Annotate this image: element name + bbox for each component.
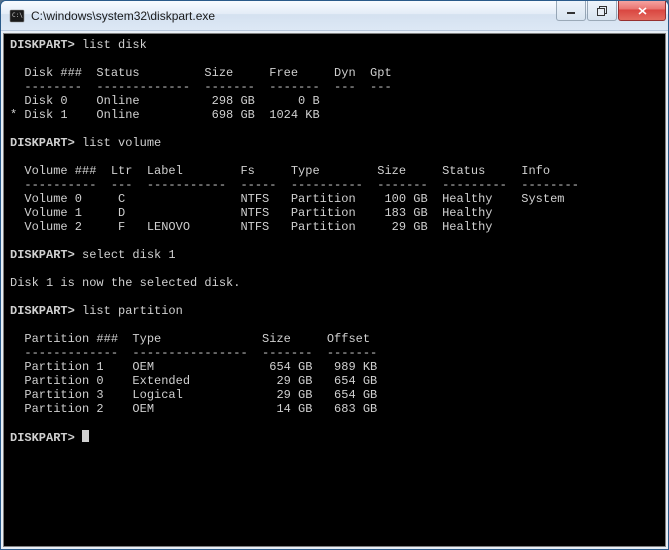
disk-rule: -------- ------------- ------- ------- -… xyxy=(10,80,392,94)
minimize-button[interactable] xyxy=(556,1,586,21)
prompt: DISKPART> xyxy=(10,304,75,318)
volume-row: Volume 1 D NTFS Partition 183 GB Healthy xyxy=(10,206,492,220)
close-icon xyxy=(637,6,648,16)
volume-row: Volume 0 C NTFS Partition 100 GB Healthy… xyxy=(10,192,565,206)
app-icon: C:\ xyxy=(9,8,25,24)
cursor xyxy=(82,430,89,442)
maximize-icon xyxy=(597,6,607,16)
prompt: DISKPART> xyxy=(10,431,75,445)
terminal-output[interactable]: DISKPART> list disk Disk ### Status Size… xyxy=(3,33,666,547)
console-window: C:\ C:\windows\system32\diskpart.exe xyxy=(0,0,669,550)
partition-rule: ------------- ---------------- ------- -… xyxy=(10,346,377,360)
select-response: Disk 1 is now the selected disk. xyxy=(10,276,240,290)
partition-row: Partition 0 Extended 29 GB 654 GB xyxy=(10,374,377,388)
window-title: C:\windows\system32\diskpart.exe xyxy=(31,9,556,23)
disk-header: Disk ### Status Size Free Dyn Gpt xyxy=(10,66,392,80)
command-line: list partition xyxy=(82,304,183,318)
disk-row: Disk 0 Online 298 GB 0 B xyxy=(10,94,320,108)
window-controls xyxy=(556,1,666,30)
volume-rule: ---------- --- ----------- ----- -------… xyxy=(10,178,579,192)
prompt: DISKPART> xyxy=(10,248,75,262)
disk-row: * Disk 1 Online 698 GB 1024 KB xyxy=(10,108,320,122)
prompt: DISKPART> xyxy=(10,136,75,150)
volume-row: Volume 2 F LENOVO NTFS Partition 29 GB H… xyxy=(10,220,492,234)
svg-text:C:\: C:\ xyxy=(12,12,23,19)
minimize-icon xyxy=(566,6,576,16)
titlebar[interactable]: C:\ C:\windows\system32\diskpart.exe xyxy=(1,1,668,31)
partition-header: Partition ### Type Size Offset xyxy=(10,332,370,346)
partition-row: Partition 3 Logical 29 GB 654 GB xyxy=(10,388,377,402)
command-line: list disk xyxy=(82,38,147,52)
partition-row: Partition 2 OEM 14 GB 683 GB xyxy=(10,402,377,416)
partition-row: Partition 1 OEM 654 GB 989 KB xyxy=(10,360,377,374)
close-button[interactable] xyxy=(618,1,666,21)
volume-header: Volume ### Ltr Label Fs Type Size Status… xyxy=(10,164,550,178)
command-line: select disk 1 xyxy=(82,248,176,262)
prompt: DISKPART> xyxy=(10,38,75,52)
command-line: list volume xyxy=(82,136,161,150)
maximize-button[interactable] xyxy=(587,1,617,21)
